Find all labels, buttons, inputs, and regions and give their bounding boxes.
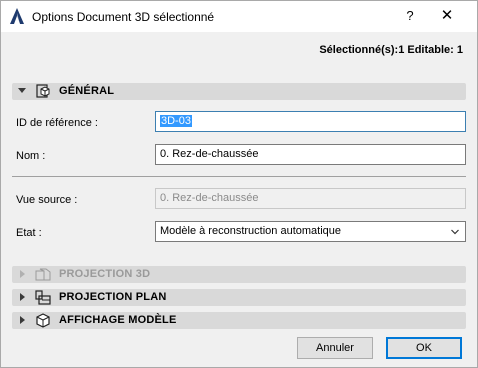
source-view-label: Vue source : (16, 194, 78, 206)
name-input[interactable]: 0. Rez-de-chaussée (155, 144, 466, 165)
model-cube-icon (36, 313, 50, 328)
reference-id-value: 3D-03 (160, 115, 192, 127)
expand-arrow-icon[interactable] (20, 316, 25, 324)
section-projection-plan-header[interactable]: PROJECTION PLAN (12, 289, 466, 306)
state-select-value: Modèle à reconstruction automatique (160, 225, 341, 237)
reference-id-label: ID de référence : (16, 117, 98, 129)
floor-plan-icon (35, 290, 51, 305)
section-projection-plan-label: PROJECTION PLAN (59, 291, 167, 303)
chevron-down-icon (451, 229, 459, 235)
close-button[interactable]: ✕ (434, 5, 460, 27)
selection-info: Sélectionné(s):1 Editable: 1 (319, 44, 463, 56)
section-model-display-label: AFFICHAGE MODÈLE (59, 314, 177, 326)
document-3d-icon (36, 84, 50, 98)
divider (12, 176, 466, 177)
window-title: Options Document 3D sélectionné (32, 10, 215, 24)
cancel-button[interactable]: Annuler (297, 337, 373, 359)
source-view-field: 0. Rez-de-chaussée (155, 188, 466, 209)
ok-button[interactable]: OK (386, 337, 462, 359)
expand-arrow-icon[interactable] (20, 293, 25, 301)
section-model-display-header[interactable]: AFFICHAGE MODÈLE (12, 312, 466, 329)
archicad-logo-icon (10, 8, 24, 24)
name-label: Nom : (16, 150, 46, 162)
reference-id-input[interactable]: 3D-03 (155, 111, 466, 132)
section-projection-3d-header: PROJECTION 3D (12, 266, 466, 283)
section-projection-3d-label: PROJECTION 3D (59, 268, 151, 280)
section-general-header[interactable]: GÉNÉRAL (12, 83, 466, 100)
expand-arrow-icon (20, 270, 25, 278)
state-label: Etat : (16, 227, 42, 239)
title-bar[interactable]: Options Document 3D sélectionné ? ✕ (1, 1, 477, 32)
options-dialog: Options Document 3D sélectionné ? ✕ Séle… (0, 0, 478, 368)
expand-arrow-icon[interactable] (18, 88, 26, 93)
help-button[interactable]: ? (397, 5, 423, 27)
section-general-label: GÉNÉRAL (59, 85, 115, 97)
projection-3d-icon (35, 268, 51, 281)
state-select[interactable]: Modèle à reconstruction automatique (155, 221, 466, 242)
